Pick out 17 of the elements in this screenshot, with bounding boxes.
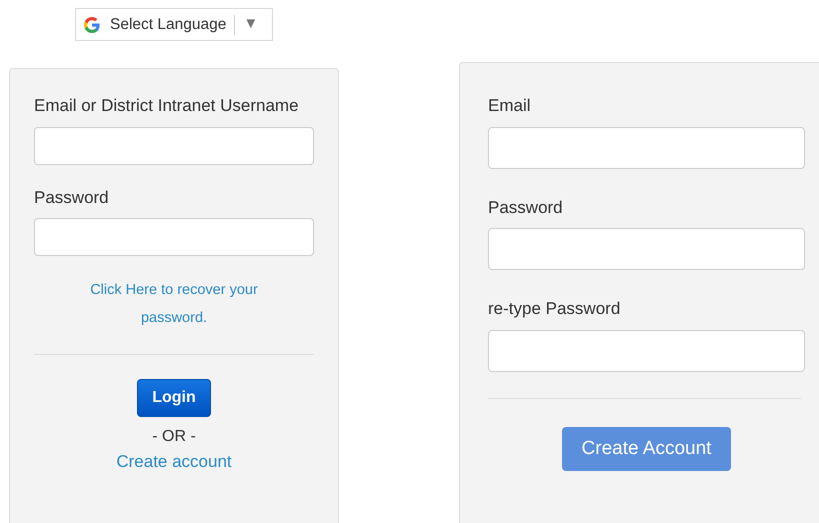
language-selector[interactable]: Select Language ▼ <box>75 8 273 41</box>
field-label: Email <box>488 95 532 117</box>
input-field[interactable] <box>34 218 314 256</box>
input-field[interactable] <box>488 330 805 372</box>
create-account-button[interactable]: Create Account <box>562 426 732 471</box>
input-field[interactable] <box>488 228 805 270</box>
input-field[interactable] <box>34 126 314 164</box>
g-logo-icon <box>82 14 102 34</box>
recover-password-link[interactable]: Click Here to recover your password. <box>74 276 274 332</box>
field-label: re-type Password <box>488 298 622 320</box>
field-label: Password <box>488 196 564 218</box>
field-label: Email or District Intranet Username <box>34 95 300 117</box>
login-button[interactable]: Login <box>137 379 211 417</box>
input-field[interactable] <box>488 126 805 168</box>
or-separator: - OR - <box>151 427 197 447</box>
create-account-link[interactable]: Create account <box>116 452 232 471</box>
field-label: Password <box>34 186 110 208</box>
